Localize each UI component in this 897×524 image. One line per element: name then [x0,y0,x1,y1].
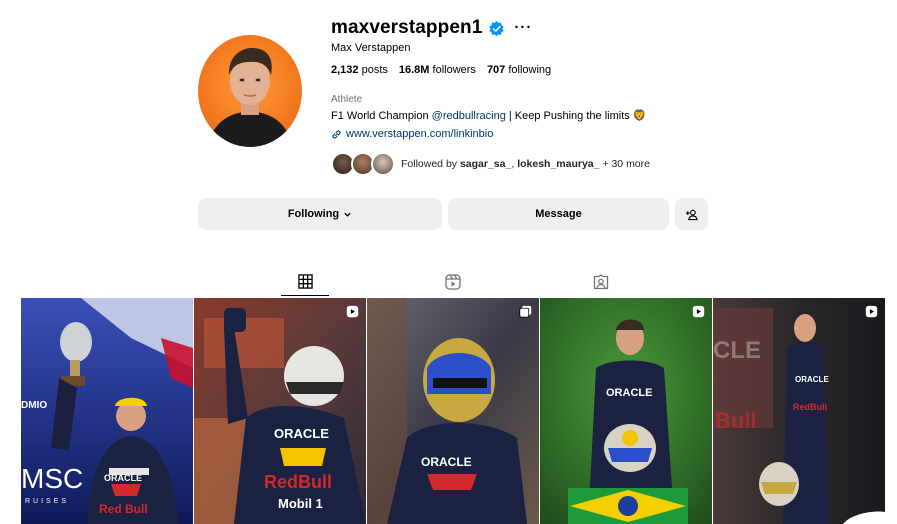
chevron-down-icon [344,212,351,217]
add-user-icon [685,209,698,220]
svg-text:RedBull: RedBull [264,472,332,492]
profile-tabs [0,268,897,296]
bio-text: F1 World Champion [331,110,432,122]
website-link-text[interactable]: www.verstappen.com/linkinbio [346,128,493,140]
svg-text:Bull: Bull [715,408,757,433]
profile-stats: 2,132 posts 16.8M followers 707 followin… [331,64,551,76]
profile-avatar[interactable] [198,35,302,147]
username-row: maxverstappen1 ··· [331,17,532,39]
reel-icon [346,305,359,318]
following-count[interactable]: 707 following [487,64,551,76]
tab-reels[interactable] [429,268,477,296]
msc-sign: MSC [21,463,83,494]
website-link[interactable]: www.verstappen.com/linkinbio [331,128,493,140]
bio: F1 World Champion @redbullracing | Keep … [331,109,647,122]
posts-count: 2,132 posts [331,64,388,76]
svg-text:ORACLE: ORACLE [795,375,829,384]
username: maxverstappen1 [331,17,483,38]
reels-icon [445,274,461,290]
followers-count[interactable]: 16.8M followers [399,64,476,76]
following-button-label: Following [287,208,340,220]
svg-text:CLE: CLE [713,337,761,364]
message-button-label: Message [535,208,582,220]
svg-text:Red Bull: Red Bull [99,502,148,516]
reel-icon [865,305,878,318]
posts-grid: MSC RUISES DMIO ORACLE Red Bull ORACLE R… [21,298,885,524]
tab-posts[interactable] [281,268,329,296]
profile-photo [208,47,292,147]
mutual-avatars [331,152,397,176]
mutual-avatar [371,152,395,176]
svg-text:RedBull: RedBull [793,402,827,412]
post-thumbnail[interactable]: ORACLE [540,298,712,524]
post-thumbnail[interactable]: CLE Bull ORACLE RedBull [713,298,885,524]
svg-text:RUISES: RUISES [25,498,69,505]
post-image: ORACLE RedBull Mobil 1 [194,298,366,524]
suggested-users-button[interactable] [675,198,708,230]
link-icon [332,129,341,139]
followed-by[interactable]: Followed by sagar_sa_, lokesh_maurya_ + … [331,152,650,176]
full-name: Max Verstappen [331,42,411,54]
svg-text:ORACLE: ORACLE [606,387,652,399]
bio-text-suffix: | Keep Pushing the limits [505,110,633,122]
more-options-icon[interactable]: ··· [514,20,532,35]
followed-by-text: Followed by sagar_sa_, lokesh_maurya_ + … [401,158,650,170]
post-image: ORACLE [367,298,539,524]
following-button[interactable]: Following [198,198,442,230]
post-thumbnail[interactable]: MSC RUISES DMIO ORACLE Red Bull [21,298,193,524]
lion-emoji: 🦁 [632,110,647,122]
post-thumbnail[interactable]: ORACLE RedBull Mobil 1 [194,298,366,524]
grid-icon [297,274,313,289]
post-thumbnail[interactable]: ORACLE [367,298,539,524]
tagged-icon [593,274,609,290]
post-image: MSC RUISES DMIO ORACLE Red Bull [21,298,193,524]
bio-mention-link[interactable]: @redbullracing [432,110,506,122]
category-label: Athlete [331,94,363,105]
svg-text:ORACLE: ORACLE [104,473,142,483]
tab-tagged[interactable] [577,268,625,296]
carousel-icon [519,305,532,318]
svg-text:ORACLE: ORACLE [274,426,329,441]
svg-text:DMIO: DMIO [21,400,47,411]
svg-text:Mobil 1: Mobil 1 [278,496,323,511]
svg-text:ORACLE: ORACLE [421,455,472,469]
verified-badge-icon [489,20,504,36]
message-button[interactable]: Message [448,198,669,230]
reel-icon [692,305,705,318]
post-image: ORACLE [540,298,712,524]
post-image: CLE Bull ORACLE RedBull [713,298,885,524]
